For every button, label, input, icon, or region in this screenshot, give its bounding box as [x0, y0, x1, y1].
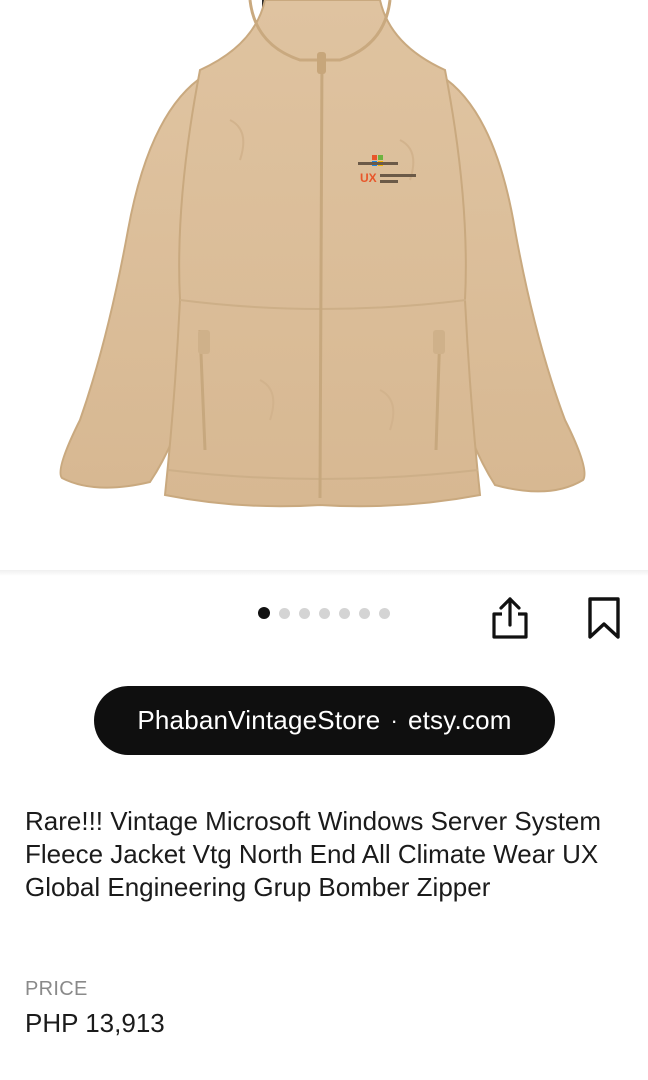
carousel-dot-7[interactable]: [379, 607, 390, 619]
product-title: Rare!!! Vintage Microsoft Windows Server…: [25, 806, 602, 902]
jacket-illustration: UX: [59, 0, 586, 508]
save-button[interactable]: [578, 592, 630, 644]
price-label: PRICE: [25, 978, 88, 1000]
store-link-button[interactable]: PhabanVintageStore · etsy.com: [94, 686, 555, 755]
store-separator: ·: [390, 707, 398, 733]
carousel-dot-2[interactable]: [279, 607, 290, 619]
store-name: PhabanVintageStore: [137, 705, 381, 735]
logo-text: UX: [360, 171, 377, 185]
carousel-indicator[interactable]: [258, 606, 399, 620]
image-divider: [0, 570, 648, 576]
share-icon: [492, 597, 528, 639]
carousel-dot-6[interactable]: [359, 607, 370, 619]
carousel-dot-4[interactable]: [319, 607, 330, 619]
bookmark-icon: [588, 597, 620, 639]
carousel-dot-5[interactable]: [339, 607, 350, 619]
share-button[interactable]: [484, 592, 536, 644]
price-value: PHP 13,913: [25, 1008, 165, 1038]
carousel-dot-3[interactable]: [299, 607, 310, 619]
store-domain: etsy.com: [407, 705, 512, 735]
product-image[interactable]: UX: [0, 0, 648, 570]
product-page: UX PhabanVintageStore · etsy.com Rare!!!…: [0, 0, 648, 1080]
carousel-dot-1[interactable]: [258, 607, 270, 619]
